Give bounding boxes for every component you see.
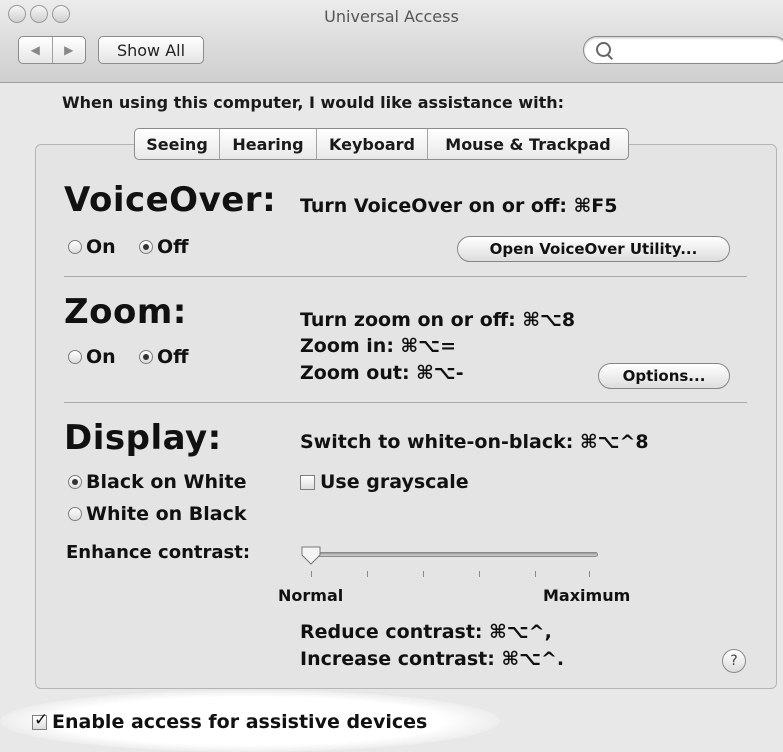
zoom-out-shortcut: Zoom out: ⌘⌥-	[300, 362, 464, 384]
radio-selected-icon	[139, 240, 153, 254]
show-all-button[interactable]: Show All	[98, 36, 204, 64]
contrast-max-label: Maximum	[543, 586, 631, 605]
search-field[interactable]	[583, 36, 783, 64]
search-icon	[596, 42, 611, 57]
open-voiceover-utility-button[interactable]: Open VoiceOver Utility...	[457, 236, 730, 262]
white-on-black-label: White on Black	[86, 503, 247, 525]
black-on-white-radio[interactable]: Black on White	[68, 471, 247, 493]
tab-keyboard[interactable]: Keyboard	[316, 129, 427, 159]
radio-icon	[68, 350, 82, 364]
window-title: Universal Access	[324, 7, 459, 26]
tab-seeing[interactable]: Seeing	[135, 129, 219, 159]
tab-hearing[interactable]: Hearing	[219, 129, 316, 159]
tab-mouse-trackpad[interactable]: Mouse & Trackpad	[427, 129, 628, 159]
black-on-white-label: Black on White	[86, 471, 247, 493]
enable-assistive-devices-label: Enable access for assistive devices	[52, 711, 428, 733]
enhance-contrast-slider[interactable]	[308, 552, 598, 557]
assistance-prompt: When using this computer, I would like a…	[62, 93, 565, 112]
reduce-contrast-shortcut: Reduce contrast: ⌘⌥^,	[300, 621, 552, 643]
zoom-in-shortcut: Zoom in: ⌘⌥=	[300, 335, 456, 357]
zoom-heading: Zoom:	[64, 292, 187, 332]
zoom-off-label: Off	[157, 346, 189, 368]
help-icon: ?	[730, 653, 738, 669]
slider-tick	[479, 571, 480, 577]
slider-tick	[367, 571, 368, 577]
slider-thumb-icon[interactable]	[300, 545, 322, 565]
white-on-black-radio[interactable]: White on Black	[68, 503, 247, 525]
radio-icon	[68, 240, 82, 254]
slider-tick	[535, 571, 536, 577]
zoom-on-label: On	[86, 346, 116, 368]
zoom-off-radio[interactable]: Off	[139, 346, 189, 368]
tab-panel	[35, 144, 777, 689]
voiceover-on-label: On	[86, 236, 116, 258]
radio-selected-icon	[68, 475, 82, 489]
voiceover-off-radio[interactable]: Off	[139, 236, 189, 258]
section-divider	[64, 402, 747, 403]
back-forward-control: ◀ ▶	[18, 36, 86, 64]
radio-selected-icon	[139, 350, 153, 364]
increase-contrast-shortcut: Increase contrast: ⌘⌥^.	[300, 648, 565, 670]
search-input[interactable]	[614, 40, 768, 62]
slider-tick	[423, 571, 424, 577]
zoom-on-radio[interactable]: On	[68, 346, 116, 368]
slider-tick	[311, 571, 312, 577]
slider-tick	[589, 571, 590, 577]
voiceover-shortcut: Turn VoiceOver on or off: ⌘F5	[300, 195, 618, 217]
help-button[interactable]: ?	[722, 649, 746, 673]
voiceover-on-radio[interactable]: On	[68, 236, 116, 258]
display-switch-shortcut: Switch to white-on-black: ⌘⌥^8	[300, 431, 649, 453]
section-divider	[64, 276, 747, 277]
use-grayscale-checkbox[interactable]: Use grayscale	[300, 471, 469, 493]
back-arrow-icon: ◀	[30, 43, 40, 57]
checkbox-icon	[300, 474, 315, 490]
title-bar: Universal Access ◀ ▶ Show All	[0, 0, 783, 83]
tab-bar: Seeing Hearing Keyboard Mouse & Trackpad	[134, 128, 629, 160]
use-grayscale-label: Use grayscale	[320, 471, 469, 493]
forward-arrow-icon: ▶	[64, 43, 74, 57]
enable-assistive-devices-checkbox[interactable]: Enable access for assistive devices	[32, 710, 428, 733]
contrast-min-label: Normal	[278, 586, 344, 605]
forward-button[interactable]: ▶	[51, 37, 86, 63]
display-heading: Display:	[64, 418, 222, 458]
universal-access-window: Universal Access ◀ ▶ Show All When using…	[0, 0, 783, 752]
voiceover-heading: VoiceOver:	[64, 180, 277, 220]
zoom-toggle-shortcut: Turn zoom on or off: ⌘⌥8	[300, 309, 576, 331]
checkbox-checked-icon	[32, 710, 48, 730]
radio-icon	[68, 507, 82, 521]
zoom-options-button[interactable]: Options...	[598, 363, 730, 389]
enhance-contrast-label: Enhance contrast:	[66, 542, 251, 563]
voiceover-off-label: Off	[157, 236, 189, 258]
back-button[interactable]: ◀	[19, 37, 52, 63]
